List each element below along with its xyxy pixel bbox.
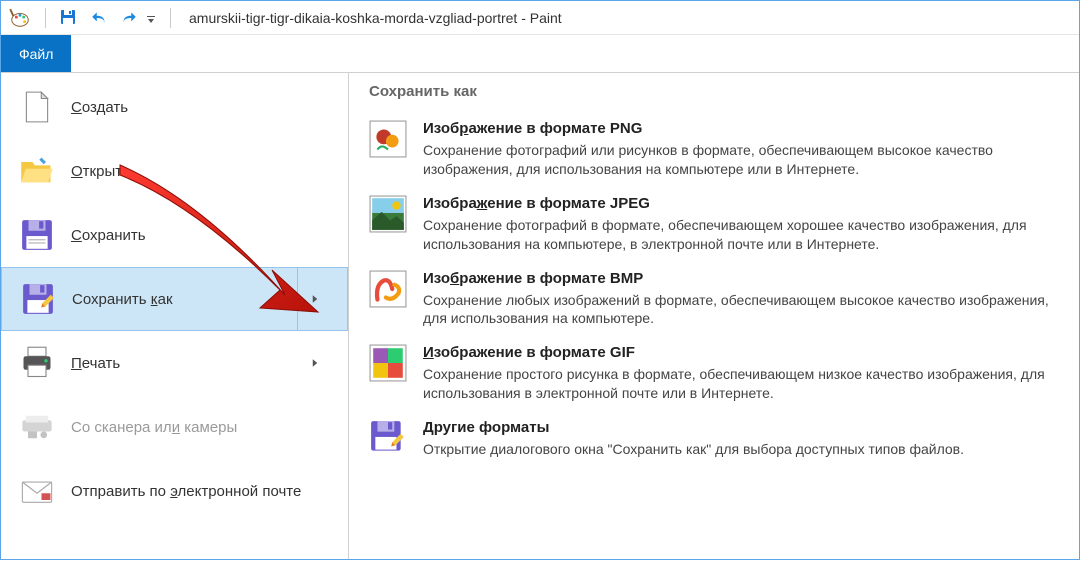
qat-dropdown-icon[interactable] bbox=[146, 13, 156, 23]
menu-item-scanner: Со сканера или камеры bbox=[1, 395, 348, 459]
paint-window: amurskii-tigr-tigr-dikaia-koshka-morda-v… bbox=[0, 0, 1080, 560]
scanner-icon bbox=[17, 407, 57, 447]
submenu-arrow bbox=[297, 268, 331, 330]
menu-item-label: Со сканера или камеры bbox=[71, 419, 332, 436]
format-jpeg[interactable]: Изображение в формате JPEG Сохранение фо… bbox=[363, 187, 1065, 262]
tab-file[interactable]: Файл bbox=[1, 35, 71, 72]
format-png[interactable]: Изображение в формате PNG Сохранение фот… bbox=[363, 112, 1065, 187]
other-formats-icon bbox=[369, 419, 407, 457]
menu-item-label: Открыть bbox=[71, 163, 332, 180]
paint-app-icon bbox=[9, 7, 31, 29]
png-icon bbox=[369, 120, 407, 158]
titlebar: amurskii-tigr-tigr-dikaia-koshka-morda-v… bbox=[1, 1, 1079, 35]
file-menu: Создать Открыть bbox=[1, 73, 1079, 559]
menu-item-save[interactable]: Сохранить bbox=[1, 203, 348, 267]
menu-item-label: Печать bbox=[71, 355, 298, 372]
open-folder-icon bbox=[17, 151, 57, 191]
save-as-floppy-icon bbox=[18, 279, 58, 319]
undo-icon[interactable] bbox=[90, 9, 108, 27]
format-gif[interactable]: Изображение в формате GIF Сохранение про… bbox=[363, 336, 1065, 411]
menu-item-new[interactable]: Создать bbox=[1, 75, 348, 139]
menu-item-label: Сохранить bbox=[71, 227, 332, 244]
format-title: Изображение в формате JPEG bbox=[423, 195, 1059, 212]
separator bbox=[170, 8, 171, 28]
menu-item-label: Отправить по электронной почте bbox=[71, 483, 332, 500]
format-title: Изображение в формате GIF bbox=[423, 344, 1059, 361]
save-as-submenu: Сохранить как Изображение в формате PNG … bbox=[349, 73, 1079, 559]
format-bmp[interactable]: Изображение в формате BMP Сохранение люб… bbox=[363, 262, 1065, 337]
jpeg-icon bbox=[369, 195, 407, 233]
file-menu-items: Создать Открыть bbox=[1, 73, 349, 559]
submenu-header: Сохранить как bbox=[363, 83, 1065, 100]
menu-item-label: Создать bbox=[71, 99, 332, 116]
email-icon bbox=[17, 471, 57, 511]
ribbon-tabs: Файл bbox=[1, 35, 1079, 73]
save-floppy-icon bbox=[17, 215, 57, 255]
redo-icon[interactable] bbox=[120, 9, 138, 27]
menu-item-label: Сохранить как bbox=[72, 291, 297, 308]
format-desc: Сохранение фотографий в формате, обеспеч… bbox=[423, 216, 1059, 254]
submenu-arrow bbox=[298, 331, 332, 395]
format-title: Изображение в формате PNG bbox=[423, 120, 1059, 137]
format-desc: Сохранение любых изображений в формате, … bbox=[423, 291, 1059, 329]
menu-item-print[interactable]: Печать bbox=[1, 331, 348, 395]
window-title: amurskii-tigr-tigr-dikaia-koshka-morda-v… bbox=[189, 10, 562, 26]
gif-icon bbox=[369, 344, 407, 382]
format-title: Изображение в формате BMP bbox=[423, 270, 1059, 287]
menu-item-send-email[interactable]: Отправить по электронной почте bbox=[1, 459, 348, 523]
printer-icon bbox=[17, 343, 57, 383]
save-icon[interactable] bbox=[60, 9, 78, 27]
format-desc: Открытие диалогового окна "Сохранить как… bbox=[423, 440, 1059, 459]
format-title: Другие форматы bbox=[423, 419, 1059, 436]
format-desc: Сохранение фотографий или рисунков в фор… bbox=[423, 141, 1059, 179]
bmp-icon bbox=[369, 270, 407, 308]
tab-file-label: Файл bbox=[19, 46, 53, 62]
menu-item-open[interactable]: Открыть bbox=[1, 139, 348, 203]
separator bbox=[45, 8, 46, 28]
format-desc: Сохранение простого рисунка в формате, о… bbox=[423, 365, 1059, 403]
menu-item-save-as[interactable]: Сохранить как bbox=[1, 267, 348, 331]
new-file-icon bbox=[17, 87, 57, 127]
format-other[interactable]: Другие форматы Открытие диалогового окна… bbox=[363, 411, 1065, 467]
